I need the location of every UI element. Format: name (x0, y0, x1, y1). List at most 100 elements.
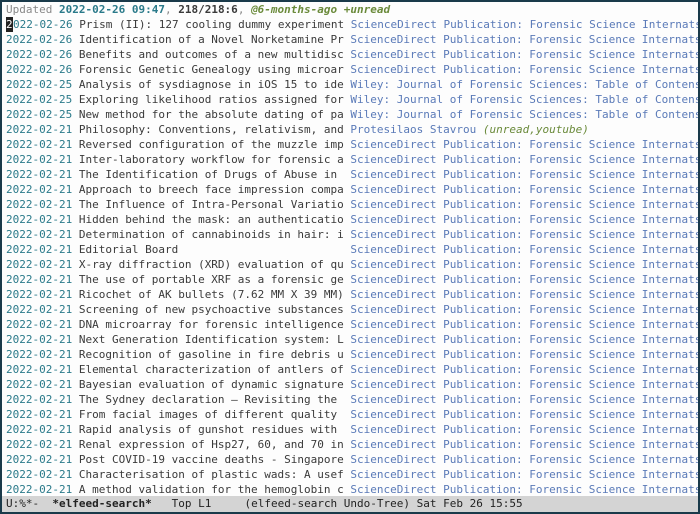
elfeed-entry[interactable]: 2022-02-21 The use of portable XRF as a … (2, 272, 698, 287)
elfeed-entry[interactable]: 2022-02-21 The Identification of Drugs o… (2, 167, 698, 182)
entry-title: DNA microarray for forensic intelligence (79, 318, 351, 331)
entry-title: New method for the absolute dating of pa (79, 108, 351, 121)
entry-title: Recognition of gasoline in fire debris u (79, 348, 351, 361)
entry-date: 2022-02-26 (6, 33, 72, 46)
entry-title: Philosophy: Conventions, relativism, and (79, 123, 351, 136)
entry-title: Next Generation Identification system: L (79, 333, 351, 346)
elfeed-entry[interactable]: 2022-02-21 Rapid analysis of gunshot res… (2, 422, 698, 437)
elfeed-entry[interactable]: 2022-02-25 New method for the absolute d… (2, 107, 698, 122)
entry-date: 2022-02-21 (6, 243, 72, 256)
elfeed-entry[interactable]: 2022-02-21 Philosophy: Conventions, rela… (2, 122, 698, 137)
entry-date: 2022-02-21 (6, 318, 72, 331)
entry-title: Reversed configuration of the muzzle imp (79, 138, 351, 151)
entry-feed: Wiley: Journal of Forensic Sciences: Tab… (350, 93, 698, 106)
entry-date: 2022-02-21 (6, 183, 72, 196)
entry-date: 2022-02-21 (6, 333, 72, 346)
elfeed-entry[interactable]: 2022-02-26 Identification of a Novel Nor… (2, 32, 698, 47)
entry-title: The Sydney declaration – Revisiting the (79, 393, 351, 406)
entry-date: 2022-02-21 (6, 363, 72, 376)
modeline-position: Top L1 (172, 497, 212, 510)
modeline-time: Sat Feb 26 15:55 (417, 497, 523, 510)
elfeed-entry[interactable]: 2022-02-21 Next Generation Identificatio… (2, 332, 698, 347)
elfeed-entry[interactable]: 2022-02-21 Elemental characterization of… (2, 362, 698, 377)
elfeed-entry[interactable]: 2022-02-21 Renal expression of Hsp27, 60… (2, 437, 698, 452)
entry-date: 2022-02-21 (6, 348, 72, 361)
entry-feed: ScienceDirect Publication: Forensic Scie… (350, 453, 698, 466)
elfeed-entry[interactable]: 2022-02-21 Screening of new psychoactive… (2, 302, 698, 317)
elfeed-entry[interactable]: 2022-02-21 From facial images of differe… (2, 407, 698, 422)
elfeed-entry[interactable]: 2022-02-21 DNA microarray for forensic i… (2, 317, 698, 332)
elfeed-entry[interactable]: 2022-02-21 Inter-laboratory workflow for… (2, 152, 698, 167)
entry-tags: (unread,youtube) (476, 123, 589, 136)
elfeed-entry[interactable]: 2022-02-21 Ricochet of AK bullets (7.62 … (2, 287, 698, 302)
entry-date: 2022-02-21 (6, 273, 72, 286)
elfeed-header: Updated 2022-02-26 09:47, 218/218:6, @6-… (2, 2, 698, 17)
entry-date: 2022-02-21 (6, 228, 72, 241)
elfeed-entry[interactable]: 2022-02-25 Analysis of sysdiagnose in iO… (2, 77, 698, 92)
entry-title: Forensic Genetic Genealogy using microar (79, 63, 351, 76)
entry-date: 2022-02-21 (6, 168, 72, 181)
entry-date: 2022-02-26 (6, 48, 72, 61)
elfeed-entry[interactable]: 2022-02-26 Prism (II): 127 cooling dummy… (2, 17, 698, 32)
elfeed-entry[interactable]: 2022-02-25 Exploring likelihood ratios a… (2, 92, 698, 107)
entry-title: A method validation for the hemoglobin c (79, 483, 351, 495)
entry-title: Bayesian evaluation of dynamic signature (79, 378, 351, 391)
elfeed-entry[interactable]: 2022-02-21 Recognition of gasoline in fi… (2, 347, 698, 362)
entry-date: 2022-02-21 (6, 408, 72, 421)
elfeed-entry[interactable]: 2022-02-21 X-ray diffraction (XRD) evalu… (2, 257, 698, 272)
entry-feed: ScienceDirect Publication: Forensic Scie… (350, 363, 698, 376)
entry-feed: ScienceDirect Publication: Forensic Scie… (350, 258, 698, 271)
elfeed-entry[interactable]: 2022-02-21 The Sydney declaration – Revi… (2, 392, 698, 407)
entry-date: 2022-02-21 (6, 393, 72, 406)
entry-feed: ScienceDirect Publication: Forensic Scie… (350, 288, 698, 301)
entry-date: 2022-02-21 (6, 303, 72, 316)
header-counts: 218/218:6 (178, 3, 238, 16)
entry-feed: ScienceDirect Publication: Forensic Scie… (350, 228, 698, 241)
elfeed-entry[interactable]: 2022-02-21 A method validation for the h… (2, 482, 698, 495)
entry-title: The Influence of Intra-Personal Variatio (79, 198, 351, 211)
elfeed-entry[interactable]: 2022-02-21 Bayesian evaluation of dynami… (2, 377, 698, 392)
entry-feed: ScienceDirect Publication: Forensic Scie… (350, 48, 698, 61)
mode-line: U:%*- *elfeed-search* Top L1 (elfeed-sea… (2, 496, 698, 512)
entry-date: 2022-02-21 (6, 423, 72, 436)
elfeed-entry[interactable]: 2022-02-26 Benefits and outcomes of a ne… (2, 47, 698, 62)
header-prefix: Updated (6, 3, 59, 16)
entry-date: 2022-02-21 (6, 483, 72, 495)
elfeed-entry[interactable]: 2022-02-21 Editorial Board ScienceDirect… (2, 242, 698, 257)
elfeed-entry[interactable]: 2022-02-21 Determination of cannabinoids… (2, 227, 698, 242)
entry-feed: ScienceDirect Publication: Forensic Scie… (350, 273, 698, 286)
entry-title: Determination of cannabinoids in hair: i (79, 228, 351, 241)
entry-date: 2022-02-21 (6, 288, 72, 301)
elfeed-entry[interactable]: 2022-02-21 Approach to breech face impre… (2, 182, 698, 197)
elfeed-entry[interactable]: 2022-02-21 The Influence of Intra-Person… (2, 197, 698, 212)
entry-title: Hidden behind the mask: an authenticatio (79, 213, 351, 226)
entry-feed: ScienceDirect Publication: Forensic Scie… (351, 18, 698, 31)
entry-feed: ScienceDirect Publication: Forensic Scie… (350, 483, 698, 495)
entry-feed: ScienceDirect Publication: Forensic Scie… (350, 198, 698, 211)
entry-feed: ScienceDirect Publication: Forensic Scie… (350, 138, 698, 151)
elfeed-entry[interactable]: 2022-02-26 Forensic Genetic Genealogy us… (2, 62, 698, 77)
entry-date: 2022-02-21 (6, 468, 72, 481)
entry-date: 2022-02-25 (6, 108, 72, 121)
elfeed-entry[interactable]: 2022-02-21 Characterisation of plastic w… (2, 467, 698, 482)
elfeed-entry[interactable]: 2022-02-21 Reversed configuration of the… (2, 137, 698, 152)
elfeed-entry-list[interactable]: 2022-02-26 Prism (II): 127 cooling dummy… (2, 17, 698, 495)
entry-title: Elemental characterization of antlers of (79, 363, 351, 376)
modeline-modes: (elfeed-search Undo-Tree) (244, 497, 410, 510)
entry-title: Ricochet of AK bullets (7.62 MM X 39 MM) (79, 288, 351, 301)
elfeed-entry[interactable]: 2022-02-21 Post COVID-19 vaccine deaths … (2, 452, 698, 467)
entry-title: Approach to breech face impression compa (79, 183, 351, 196)
entry-feed: ScienceDirect Publication: Forensic Scie… (350, 348, 698, 361)
entry-title: Rapid analysis of gunshot residues with (79, 423, 351, 436)
entry-feed: ScienceDirect Publication: Forensic Scie… (350, 63, 698, 76)
entry-title: Analysis of sysdiagnose in iOS 15 to ide (79, 78, 351, 91)
elfeed-entry[interactable]: 2022-02-21 Hidden behind the mask: an au… (2, 212, 698, 227)
entry-feed: ScienceDirect Publication: Forensic Scie… (350, 378, 698, 391)
entry-title: From facial images of different quality (79, 408, 351, 421)
entry-title: Identification of a Novel Norketamine Pr (79, 33, 351, 46)
entry-feed: ScienceDirect Publication: Forensic Scie… (350, 393, 698, 406)
entry-feed: ScienceDirect Publication: Forensic Scie… (350, 183, 698, 196)
entry-title: Prism (II): 127 cooling dummy experiment (79, 18, 351, 31)
entry-title: The use of portable XRF as a forensic ge (79, 273, 351, 286)
modeline-buffer: *elfeed-search* (52, 497, 151, 510)
